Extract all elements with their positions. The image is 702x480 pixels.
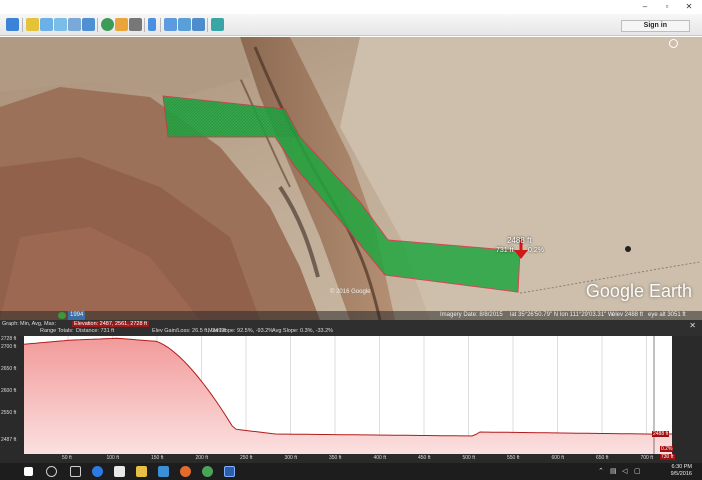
x-tick: 100 ft bbox=[106, 455, 120, 461]
elevation-graph[interactable] bbox=[24, 336, 672, 454]
x-tick: 500 ft bbox=[462, 455, 476, 461]
max-slope-stat: Max Slope: 92.5%, -93.2% bbox=[208, 328, 274, 334]
x-tick: 700 ft bbox=[640, 455, 654, 461]
file-explorer-icon[interactable] bbox=[136, 466, 147, 477]
y-tick: 2550 ft bbox=[1, 410, 17, 416]
tray-chevron-icon[interactable]: ⌃ bbox=[598, 467, 604, 475]
network-icon[interactable]: ▤ bbox=[610, 467, 617, 475]
chrome-icon[interactable] bbox=[202, 466, 213, 477]
close-profile-button[interactable]: ✕ bbox=[689, 321, 696, 330]
ruler-icon[interactable] bbox=[148, 18, 156, 31]
minimize-button[interactable]: – bbox=[638, 2, 652, 12]
x-tick: 450 ft bbox=[418, 455, 431, 461]
x-tick: 550 ft bbox=[507, 455, 520, 461]
x-tick: 350 ft bbox=[329, 455, 342, 461]
toolbar-separator bbox=[207, 18, 208, 32]
record-tour-icon[interactable] bbox=[82, 18, 95, 31]
maximize-button[interactable]: ▫ bbox=[660, 2, 674, 12]
photoshop-icon[interactable] bbox=[224, 466, 235, 477]
y-tick: 2728 ft bbox=[1, 336, 17, 342]
sign-in-button[interactable]: Sign in bbox=[620, 20, 690, 32]
elevation-stats[interactable]: Elevation: 2487, 2561, 2728 ft bbox=[72, 321, 150, 327]
store-icon[interactable] bbox=[114, 466, 125, 477]
x-tick: 200 ft bbox=[195, 455, 209, 461]
sidebar-toggle-icon[interactable] bbox=[6, 18, 19, 31]
x-tick: 300 ft bbox=[284, 455, 298, 461]
search-icon[interactable] bbox=[46, 466, 57, 477]
maps-icon[interactable] bbox=[211, 18, 224, 31]
toolbar-separator bbox=[144, 18, 145, 32]
google-earth-logo: Google Earth bbox=[585, 281, 692, 301]
end-distance-badge: 730 ft bbox=[660, 454, 675, 460]
toolbar-separator bbox=[22, 18, 23, 32]
latitude-readout: lat 35°26'50.79" N bbox=[510, 312, 559, 318]
range-totals-label: Range Totals: bbox=[40, 328, 74, 334]
map-status-bar: 1994 Imagery Date: 8/8/2015 lat 35°26'50… bbox=[0, 311, 702, 320]
x-tick: 600 ft bbox=[551, 455, 565, 461]
clock[interactable]: 6:30 PM 9/5/2016 bbox=[671, 464, 692, 478]
clock-date: 9/5/2016 bbox=[670, 471, 692, 477]
imagery-year-badge[interactable]: 1994 bbox=[68, 311, 86, 320]
toolbar-separator bbox=[97, 18, 98, 32]
sun-icon[interactable] bbox=[115, 18, 128, 31]
avg-slope-stat: Avg Slope: 0.3%, -33.2% bbox=[272, 328, 334, 334]
toolbar: Sign in bbox=[0, 14, 702, 36]
historical-imagery-icon[interactable] bbox=[101, 18, 114, 31]
compass-icon[interactable] bbox=[669, 39, 678, 48]
end-elevation-badge: 2488 ft bbox=[652, 431, 670, 437]
volume-icon[interactable]: ◁ bbox=[622, 467, 627, 475]
close-button[interactable]: ✕ bbox=[682, 2, 696, 12]
x-tick: 650 ft bbox=[596, 455, 609, 461]
task-view-icon[interactable] bbox=[70, 466, 81, 477]
title-bar: – ▫ ✕ bbox=[0, 0, 702, 14]
distance-stat: Distance: 731 ft bbox=[76, 328, 115, 334]
path-icon[interactable] bbox=[54, 18, 67, 31]
cursor-elevation-label: 2488 ft bbox=[507, 236, 532, 245]
planets-icon[interactable] bbox=[129, 18, 142, 31]
graph-label: Graph: bbox=[2, 321, 19, 327]
clock-time: 6:30 PM bbox=[671, 464, 692, 470]
screen: – ▫ ✕ Sign in 2488 ft 731 ft 0.2% © 2016… bbox=[0, 0, 702, 480]
profile-info-bar: Graph: Min, Avg, Max: Elevation: 2487, 2… bbox=[0, 320, 702, 336]
save-image-icon[interactable] bbox=[192, 18, 205, 31]
start-icon[interactable] bbox=[24, 467, 33, 476]
taskbar: ⌃ ▤ ◁ ▢ 6:30 PM 9/5/2016 bbox=[0, 463, 702, 480]
y-tick: 2487 ft bbox=[1, 437, 17, 443]
elevation-chart bbox=[24, 336, 672, 454]
eye-altitude-readout: eye alt 3051 ft bbox=[648, 312, 686, 318]
x-tick: 50 ft bbox=[62, 455, 72, 461]
app-icon[interactable] bbox=[158, 466, 169, 477]
polygon-icon[interactable] bbox=[40, 18, 53, 31]
min-avg-max-label: Min, Avg, Max: bbox=[20, 321, 56, 327]
print-icon[interactable] bbox=[178, 18, 191, 31]
edge-icon[interactable] bbox=[92, 466, 103, 477]
firefox-icon[interactable] bbox=[180, 466, 191, 477]
y-tick: 2650 ft bbox=[1, 366, 17, 372]
x-tick: 400 ft bbox=[373, 455, 387, 461]
elevation-profile-panel: Graph: Min, Avg, Max: Elevation: 2487, 2… bbox=[0, 320, 702, 463]
x-tick: 150 ft bbox=[151, 455, 164, 461]
email-icon[interactable] bbox=[164, 18, 177, 31]
historical-imagery-icon[interactable] bbox=[58, 312, 66, 319]
image-overlay-icon[interactable] bbox=[68, 18, 81, 31]
elevation-area bbox=[24, 338, 672, 454]
imagery-copyright: © 2016 Google bbox=[330, 289, 371, 295]
y-tick: 2600 ft bbox=[1, 388, 17, 394]
cursor-distance-label: 731 ft bbox=[496, 247, 514, 254]
imagery-date: Imagery Date: 8/8/2015 bbox=[440, 312, 503, 318]
elevation-readout: elev 2488 ft bbox=[612, 312, 644, 318]
end-slope-badge: 0.2% bbox=[660, 446, 674, 452]
notification-icon[interactable]: ▢ bbox=[634, 467, 641, 475]
earth-view[interactable]: 2488 ft 731 ft 0.2% © 2016 Google Google… bbox=[0, 37, 702, 320]
terrain-imagery bbox=[0, 37, 702, 320]
longitude-readout: lon 111°29'03.31" W bbox=[560, 312, 614, 318]
toolbar-separator bbox=[160, 18, 161, 32]
cursor-slope-label: 0.2% bbox=[528, 247, 544, 254]
placemark-icon[interactable] bbox=[26, 18, 39, 31]
x-tick: 250 ft bbox=[240, 455, 253, 461]
y-tick: 2700 ft bbox=[1, 344, 17, 350]
